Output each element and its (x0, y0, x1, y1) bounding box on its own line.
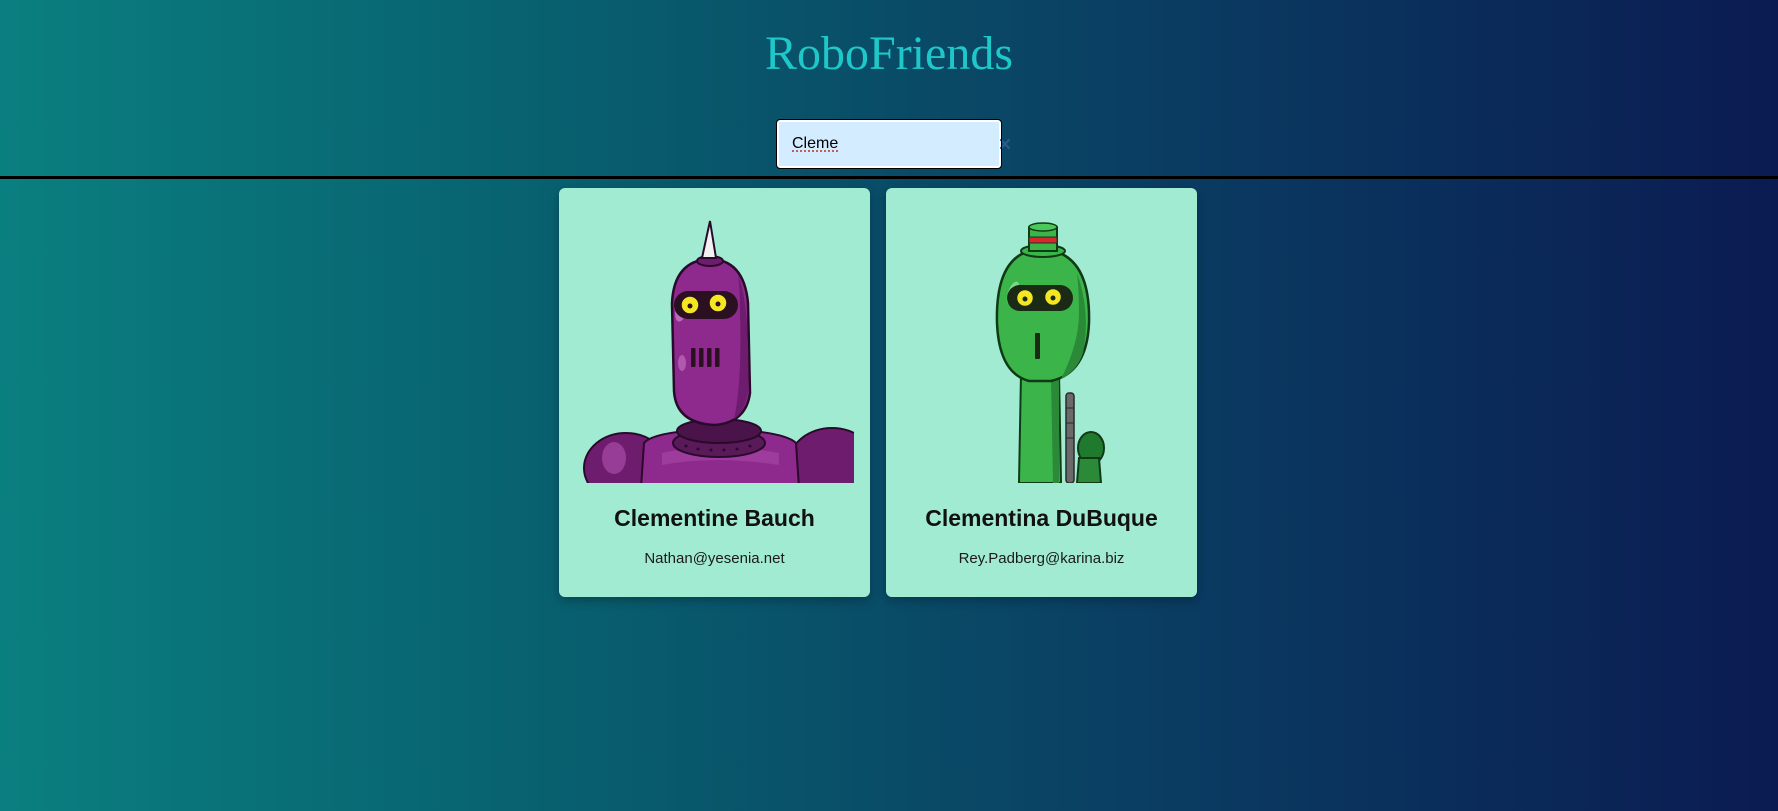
close-icon[interactable] (999, 130, 1011, 158)
robot-card[interactable]: Clementina DuBuque Rey.Padberg@karina.bi… (886, 188, 1197, 597)
search-input[interactable] (779, 122, 999, 166)
app-title: RoboFriends (764, 27, 1013, 80)
robot-avatar-image (574, 203, 854, 483)
robot-avatar-image (901, 203, 1181, 483)
robot-name: Clementina DuBuque (925, 505, 1158, 531)
header-divider (0, 176, 1778, 179)
search-box (776, 119, 1011, 169)
card-list: Clementine Bauch Nathan@yesenia.net Clem… (559, 188, 1197, 597)
robot-name: Clementine Bauch (614, 505, 815, 531)
robot-email: Rey.Padberg@karina.biz (958, 550, 1125, 567)
robot-card[interactable]: Clementine Bauch Nathan@yesenia.net (559, 188, 870, 597)
robot-email: Nathan@yesenia.net (644, 550, 785, 567)
